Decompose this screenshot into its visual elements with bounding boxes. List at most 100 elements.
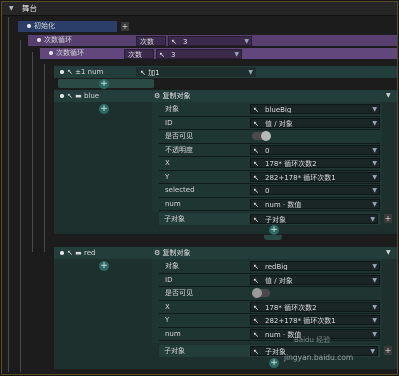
prop-value-input[interactable]: ↖ 178* 循环次数2 ▼ <box>250 301 380 312</box>
prop-value: 0 <box>265 187 270 195</box>
prop-value: 178* 循环次数2 <box>265 303 317 312</box>
red-block-header[interactable] <box>54 247 397 259</box>
row-divider <box>159 340 380 341</box>
bullet-icon <box>27 24 31 28</box>
prop-value-input[interactable]: ↖ 值 / 对象 ▼ <box>250 117 380 128</box>
collapse-arrow-icon[interactable]: ▼ <box>9 2 14 15</box>
caret-down-icon: ▼ <box>372 276 377 284</box>
caret-down-icon: ▼ <box>372 106 377 113</box>
num-action-value: 加1 <box>148 69 160 77</box>
loop-count-input[interactable]: ↖ 3 ▼ <box>168 36 252 46</box>
visibility-toggle[interactable] <box>252 131 271 141</box>
prop-label: Y <box>165 316 170 324</box>
prop-value: blueBig <box>265 106 292 114</box>
panel-title: 舞台 <box>22 4 37 13</box>
cursor-icon: ↖ <box>253 303 259 312</box>
cursor-icon: ↖ <box>253 276 259 285</box>
caret-down-icon: ▼ <box>372 160 377 167</box>
row-divider <box>159 286 380 287</box>
caret-down-icon: ▼ <box>372 146 377 154</box>
add-plus-icon[interactable]: + <box>269 225 279 235</box>
caret-down-icon: ▼ <box>370 348 375 355</box>
prop-value-input[interactable]: ↖ 282+178* 循环次数1 ▼ <box>250 315 380 325</box>
prop-value-input[interactable]: ↖ 值 / 对象 ▼ <box>250 274 380 285</box>
cursor-icon: ↖ <box>253 317 259 325</box>
prop-value-input[interactable]: ↖ redBig ▼ <box>250 261 380 271</box>
add-plus-icon[interactable]: + <box>99 79 109 89</box>
prop-value-input[interactable]: ↖ 0 ▼ <box>250 144 380 155</box>
child-value: 子对象 <box>265 216 286 224</box>
caret-down-icon: ▼ <box>372 173 377 181</box>
loop-label: 次数循环 <box>44 36 72 44</box>
copy-object-title: ⚙ 复制对象 <box>154 91 191 101</box>
blue-label: blue <box>83 92 100 100</box>
child-object-select[interactable]: ↖ 子对象 ▼ <box>250 214 378 224</box>
row-divider <box>159 169 380 171</box>
prop-value-input[interactable]: ↖ 282+178* 循环次数1 ▼ <box>250 171 380 182</box>
bullet-icon <box>37 38 41 42</box>
prop-label: num <box>165 329 181 338</box>
caret-down-icon: ▼ <box>372 187 377 194</box>
caret-down-icon[interactable]: ▼ <box>386 92 391 99</box>
watermark-site: jingyan.baidu.com <box>284 353 354 362</box>
child-label: 子对象 <box>164 215 185 223</box>
count-field-text: 次数 <box>140 38 154 46</box>
prop-value-input[interactable]: ↖ 178* 循环次数2 ▼ <box>250 158 380 168</box>
add-plus-icon[interactable]: + <box>99 261 109 271</box>
watermark-logo: Baidu 经验 <box>294 336 331 344</box>
gear-icon: ⚙ <box>154 249 161 257</box>
loop-count-input[interactable]: ↖ 3 ▼ <box>156 49 242 59</box>
cursor-icon: ↖ <box>253 200 259 209</box>
loop-label: 次数循环 <box>56 49 84 57</box>
bullet-icon <box>49 51 53 55</box>
prop-label: 对象 <box>165 262 179 270</box>
toggle-knob-icon <box>252 288 262 298</box>
child-label: 子对象 <box>164 347 185 355</box>
row-divider <box>159 326 380 328</box>
caret-down-icon: ▼ <box>372 303 377 311</box>
cursor-icon: ↖ <box>159 51 165 59</box>
add-plus-icon[interactable]: + <box>384 214 392 223</box>
red-label: red <box>83 249 96 257</box>
prop-value: 值 / 对象 <box>265 276 293 285</box>
loop-count-field-label: 次数 <box>136 36 166 46</box>
row-divider <box>159 313 380 314</box>
prop-value: 0 <box>265 146 270 155</box>
caret-down-icon: ▼ <box>372 200 377 208</box>
caret-down-icon: ▼ <box>372 263 377 270</box>
num-action[interactable]: ↖ 加1 ▼ <box>136 67 256 77</box>
prop-label: 对象 <box>165 105 179 113</box>
blue-block-header[interactable] <box>54 90 397 102</box>
prop-value-input[interactable]: ↖ blueBig ▼ <box>250 104 380 114</box>
prop-value-input[interactable]: ↖ 0 ▼ <box>250 185 380 195</box>
row-divider <box>159 183 380 184</box>
panel-title-bar[interactable]: ▼ 舞台 <box>2 2 397 16</box>
gutter-line <box>32 52 33 252</box>
cursor-icon: ↖ <box>253 160 259 168</box>
prop-label: X <box>165 302 170 311</box>
add-tab[interactable] <box>264 235 282 240</box>
add-plus-icon[interactable]: + <box>384 346 392 355</box>
init-block[interactable]: 初始化 <box>18 21 117 32</box>
prop-value-input[interactable]: ↖ num · 数值 ▼ <box>250 198 380 209</box>
gutter-line <box>8 17 9 372</box>
prop-label: Y <box>165 172 170 181</box>
action-label: 复制对象 <box>162 249 191 257</box>
caret-down-icon[interactable]: ▼ <box>386 249 391 256</box>
add-plus-icon[interactable]: + <box>121 22 129 31</box>
visibility-toggle[interactable] <box>252 288 270 298</box>
stage-panel: ▼ 舞台 初始化 + 次数循环 次数 ↖ 3 ▼ 次数循环 次数 ↖ 3 ▼ ↖ ±1 … <box>1 1 398 375</box>
gutter-line <box>20 40 21 372</box>
red-block-label: ↖ ▬ red <box>60 248 95 258</box>
add-plus-icon[interactable]: + <box>99 104 109 114</box>
bullet-icon <box>60 70 64 74</box>
prop-label: X <box>165 159 170 167</box>
cursor-icon: ↖ <box>67 249 73 257</box>
bullet-icon <box>60 251 64 255</box>
prop-value: 178* 循环次数2 <box>265 160 317 168</box>
row-divider <box>159 115 380 117</box>
add-plus-icon[interactable]: + <box>269 358 279 368</box>
count-value: 3 <box>171 51 176 59</box>
prop-label: 不透明度 <box>165 145 193 154</box>
prop-value: 值 / 对象 <box>265 119 293 128</box>
